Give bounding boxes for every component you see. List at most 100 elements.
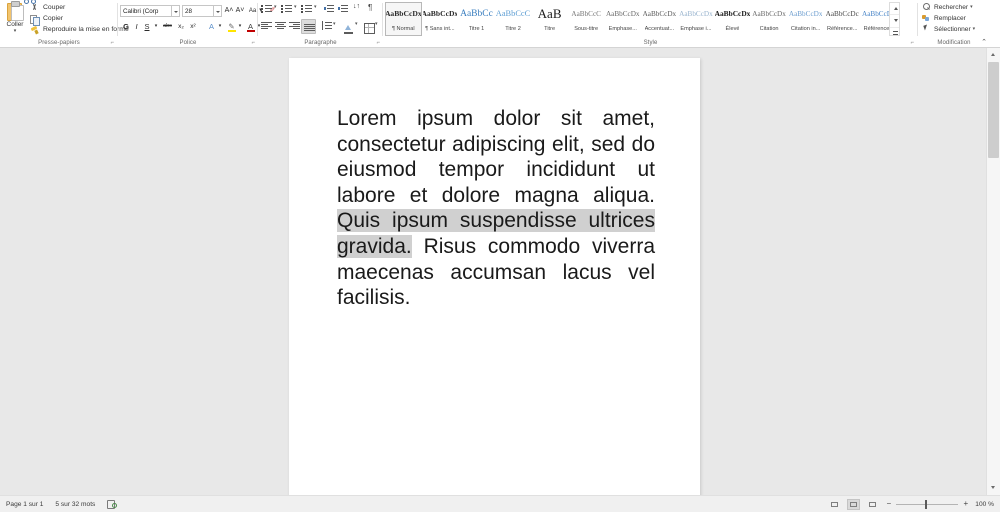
shrink-font-button[interactable]: A˅ [235,5,245,17]
word-count[interactable]: 5 sur 32 mots [55,501,95,508]
ribbon: Coller ▾ Couper Copier Reproduire la mis… [0,0,1000,48]
multilevel-list-arrow-icon[interactable]: ▾ [314,4,317,10]
style-sample: AaBbCcDx [605,10,640,18]
replace-icon [922,14,932,23]
styles-gallery[interactable]: AaBbCcDx ¶ Normal AaBbCcDx ¶ Sans int... AaB… [385,2,898,36]
style-item[interactable]: AaBbCc Titre 1 [458,2,495,36]
text-effects-button[interactable]: A [206,20,217,33]
styles-dialog-launcher[interactable]: ⌐ [910,39,914,47]
style-name: ¶ Normal [391,26,415,32]
strikethrough-button[interactable]: abc [161,20,174,33]
paste-button[interactable]: Coller ▾ [3,1,27,37]
borders-arrow-icon[interactable]: ▾ [375,21,378,27]
italic-button[interactable]: I [132,20,141,33]
show-formatting-marks-button[interactable]: ¶ [368,3,372,12]
editing-group-label: Modification [937,40,971,46]
style-item[interactable]: AaBbCcC Sous-titre [567,2,605,36]
justify-button[interactable] [301,19,316,34]
collapse-ribbon-icon[interactable]: ⌃ [981,39,987,47]
font-size-input[interactable]: 28 [182,5,214,17]
shading-arrow-icon[interactable]: ▾ [355,21,358,27]
scroll-down-icon[interactable] [988,482,999,494]
paste-dropdown-arrow[interactable]: ▾ [14,29,17,34]
format-painter-button[interactable]: Reproduire la mise en forme [30,25,129,35]
style-sample: AaB [537,6,562,21]
search-icon [922,3,932,12]
style-sample: AaBbCcC [571,10,601,18]
zoom-slider-knob[interactable] [925,499,928,509]
zoom-control: − + [885,499,969,509]
zoom-in-button[interactable]: + [962,500,969,508]
clipboard-group-label: Presse-papiers [38,40,80,46]
zoom-out-button[interactable]: − [885,500,892,508]
format-painter-label: Reproduire la mise en forme [43,26,129,33]
zoom-level[interactable]: 100 % [975,501,994,508]
word-window: Coller ▾ Couper Copier Reproduire la mis… [0,0,1000,511]
text-highlight-arrow-icon[interactable]: ▾ [237,20,243,33]
style-item[interactable]: AaBbCcC Titre 2 [494,2,532,36]
style-sample: AaBbCc [460,9,493,19]
style-item[interactable]: AaBbCcDx ¶ Normal [385,2,422,36]
underline-button[interactable]: S [142,20,152,33]
font-color-button[interactable]: A [245,20,256,33]
bold-button[interactable]: G [121,20,131,33]
style-item[interactable]: AaBbCcDx Accentuat... [641,2,678,36]
style-item[interactable]: AaBbCcDx Citation in... [787,2,824,36]
find-button[interactable]: Rechercher ▾ [922,2,973,13]
font-color-swatch [247,30,255,32]
bullets-arrow-icon[interactable]: ▾ [274,4,277,10]
web-layout-button[interactable] [866,499,879,510]
numbering-arrow-icon[interactable]: ▾ [294,4,297,10]
superscript-button[interactable]: x² [188,20,198,33]
find-label: Rechercher [934,4,969,11]
proofing-icon[interactable] [107,500,118,509]
style-name: Référence... [826,26,858,32]
clipboard-dialog-launcher[interactable]: ⌐ [110,39,114,47]
text-highlight-button[interactable]: ✎ [226,20,237,33]
select-button[interactable]: Sélectionner ▾ [922,24,975,35]
grow-font-button[interactable]: A˄ [224,5,234,17]
paragraph-dialog-launcher[interactable]: ⌐ [376,39,380,47]
replace-label: Remplacer [934,15,966,22]
sort-button[interactable]: ↓↑ [353,3,360,10]
cut-button[interactable]: Couper [24,0,65,13]
style-sample: AaBbCcDx [642,10,677,18]
ribbon-group-clipboard: Coller ▾ Couper Copier Reproduire la mis… [0,0,129,48]
print-layout-button[interactable] [847,498,861,510]
style-item[interactable]: AaBbCcDx Citation [750,2,788,36]
font-name-dropdown-icon[interactable] [172,5,180,17]
style-item[interactable]: AaBbCcDx Emphase i... [677,2,715,36]
line-spacing-arrow-icon[interactable]: ▾ [333,21,336,27]
zoom-slider[interactable] [896,499,959,509]
shading-button[interactable] [344,21,353,39]
ribbon-group-editing: Rechercher ▾ Remplacer Sélectionner ▾ Mo… [918,0,990,48]
select-arrow-icon[interactable]: ▾ [973,24,976,35]
font-dialog-launcher[interactable]: ⌐ [251,39,255,47]
replace-button[interactable]: Remplacer [922,13,966,24]
ribbon-group-paragraph: ▾ ▾ ▾ ↓↑ ¶ ▾ ▾ ▾ Paragraphe ⌐ [258,0,383,48]
style-name: Emphase i... [680,26,712,32]
underline-arrow-icon[interactable]: ▾ [153,20,159,33]
style-item[interactable]: AaBbCcDx Emphase... [604,2,642,36]
scrollbar-thumb[interactable] [988,62,999,158]
font-name-input[interactable]: Calibri (Corp [120,5,172,17]
vertical-scrollbar[interactable] [986,48,1000,495]
styles-scroll-up-icon[interactable] [890,3,899,16]
find-arrow-icon[interactable]: ▾ [970,2,973,13]
style-item[interactable]: AaBbCcDc Référence... [823,2,861,36]
text-effects-arrow-icon[interactable]: ▾ [217,20,223,33]
scroll-up-icon[interactable] [988,49,999,61]
styles-scroll-down-icon[interactable] [890,15,899,28]
document-text[interactable]: Lorem ipsum dolor sit amet, consectetur … [337,106,655,311]
document-page[interactable]: Lorem ipsum dolor sit amet, consectetur … [289,58,700,495]
subscript-button[interactable]: x₂ [176,20,186,33]
style-item[interactable]: AaB Titre [531,2,568,36]
page-indicator[interactable]: Page 1 sur 1 [6,501,43,508]
font-size-dropdown-icon[interactable] [214,5,222,17]
read-mode-button[interactable] [828,499,841,510]
font-group-label: Police [179,40,197,46]
copy-button[interactable]: Copier [30,14,63,24]
style-item[interactable]: AaBbCcDx Élevé [714,2,751,36]
style-item[interactable]: AaBbCcDx ¶ Sans int... [421,2,459,36]
borders-button[interactable] [364,21,375,39]
